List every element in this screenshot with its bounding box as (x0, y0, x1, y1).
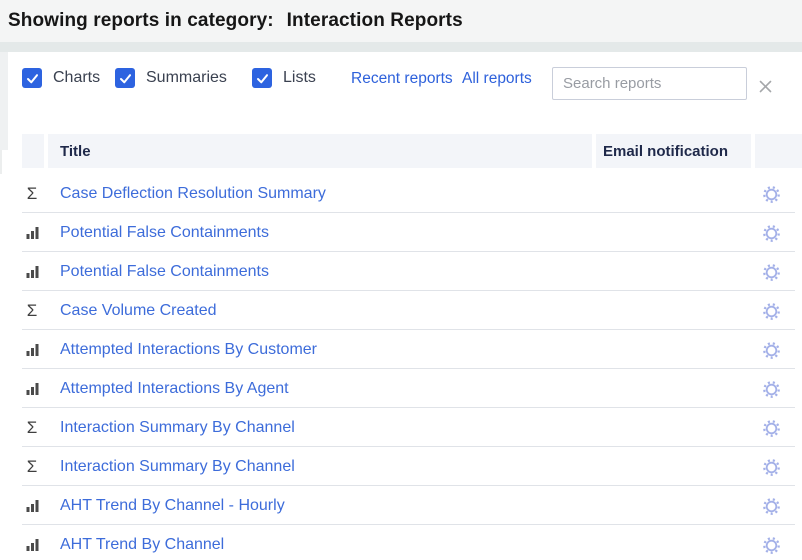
gear-icon (762, 419, 781, 438)
report-type-cell (22, 252, 42, 291)
close-icon[interactable] (753, 74, 777, 98)
filter-label: Lists (283, 69, 316, 87)
recent-reports-link[interactable]: Recent reports (351, 70, 453, 88)
report-type-cell (22, 213, 42, 252)
settings-gear-button[interactable] (761, 496, 781, 516)
report-title-link[interactable]: Potential False Containments (60, 213, 269, 252)
reports-browser-panel: Showing reports in category: Interaction… (0, 0, 802, 560)
filter-label: Charts (53, 69, 100, 87)
report-title-link[interactable]: Case Volume Created (60, 291, 217, 330)
sigma-summary-icon: Σ (27, 185, 38, 202)
report-type-cell (22, 486, 42, 525)
report-type-cell (22, 369, 42, 408)
settings-gear-button[interactable] (761, 223, 781, 243)
report-type-cell: Σ (22, 408, 42, 447)
bar-chart-icon (26, 499, 39, 512)
report-type-cell (22, 330, 42, 369)
table-row: Σ Interaction Summary By Channel (0, 408, 802, 447)
gear-icon (762, 380, 781, 399)
table-row: Attempted Interactions By Agent (0, 369, 802, 408)
column-header-title: Title (48, 134, 592, 168)
report-title-link[interactable]: Interaction Summary By Channel (60, 447, 295, 486)
report-title-link[interactable]: Potential False Containments (60, 252, 269, 291)
report-title-link[interactable]: AHT Trend By Channel - Hourly (60, 486, 285, 525)
gear-icon (762, 458, 781, 477)
left-gutter (0, 52, 8, 150)
table-row: Σ Case Deflection Resolution Summary (0, 174, 802, 213)
table-row: Potential False Containments (0, 252, 802, 291)
settings-gear-button[interactable] (761, 418, 781, 438)
table-row: Σ Case Volume Created (0, 291, 802, 330)
page-title: Showing reports in category: (8, 10, 274, 32)
category-name: Interaction Reports (287, 10, 463, 32)
report-title-link[interactable]: Attempted Interactions By Agent (60, 369, 289, 408)
lists-checkbox[interactable] (252, 68, 272, 88)
search-input[interactable] (552, 67, 747, 100)
gear-icon (762, 185, 781, 204)
filter-charts[interactable]: Charts (22, 66, 100, 90)
checkmark-icon (25, 71, 40, 86)
settings-gear-button[interactable] (761, 301, 781, 321)
report-title-link[interactable]: Interaction Summary By Channel (60, 408, 295, 447)
filter-summaries[interactable]: Summaries (115, 66, 227, 90)
gear-icon (762, 341, 781, 360)
bar-chart-icon (26, 226, 39, 239)
gear-icon (762, 302, 781, 321)
column-header-actions (755, 134, 802, 168)
report-rows: ΣCase Deflection Resolution SummaryPoten… (0, 174, 802, 560)
settings-gear-button[interactable] (761, 340, 781, 360)
settings-gear-button[interactable] (761, 262, 781, 282)
sigma-summary-icon: Σ (27, 302, 38, 319)
checkmark-icon (255, 71, 270, 86)
settings-gear-button[interactable] (761, 379, 781, 399)
report-type-cell: Σ (22, 291, 42, 330)
all-reports-link[interactable]: All reports (462, 70, 532, 88)
table-row: AHT Trend By Channel - Hourly (0, 486, 802, 525)
gear-icon (762, 536, 781, 555)
column-header-email-notification: Email notification (596, 134, 751, 168)
table-row: Σ Interaction Summary By Channel (0, 447, 802, 486)
settings-gear-button[interactable] (761, 184, 781, 204)
table-row: Potential False Containments (0, 213, 802, 252)
gear-icon (762, 224, 781, 243)
page-header: Showing reports in category: Interaction… (0, 0, 802, 42)
sigma-summary-icon: Σ (27, 458, 38, 475)
settings-gear-button[interactable] (761, 457, 781, 477)
bar-chart-icon (26, 265, 39, 278)
bar-chart-icon (26, 343, 39, 356)
checkmark-icon (118, 71, 133, 86)
summaries-checkbox[interactable] (115, 68, 135, 88)
table-row: AHT Trend By Channel (0, 525, 802, 560)
report-title-link[interactable]: AHT Trend By Channel (60, 525, 224, 560)
column-header-icon (22, 134, 44, 168)
filter-label: Summaries (146, 69, 227, 87)
sigma-summary-icon: Σ (27, 419, 38, 436)
table-row: Attempted Interactions By Customer (0, 330, 802, 369)
report-type-cell: Σ (22, 174, 42, 213)
charts-checkbox[interactable] (22, 68, 42, 88)
bar-chart-icon (26, 382, 39, 395)
settings-gear-button[interactable] (761, 535, 781, 555)
report-type-cell (22, 525, 42, 560)
bar-chart-icon (26, 538, 39, 551)
report-type-cell: Σ (22, 447, 42, 486)
report-title-link[interactable]: Case Deflection Resolution Summary (60, 174, 326, 213)
gear-icon (762, 497, 781, 516)
filter-lists[interactable]: Lists (252, 66, 316, 90)
header-divider (0, 42, 802, 52)
gear-icon (762, 263, 781, 282)
report-title-link[interactable]: Attempted Interactions By Customer (60, 330, 317, 369)
